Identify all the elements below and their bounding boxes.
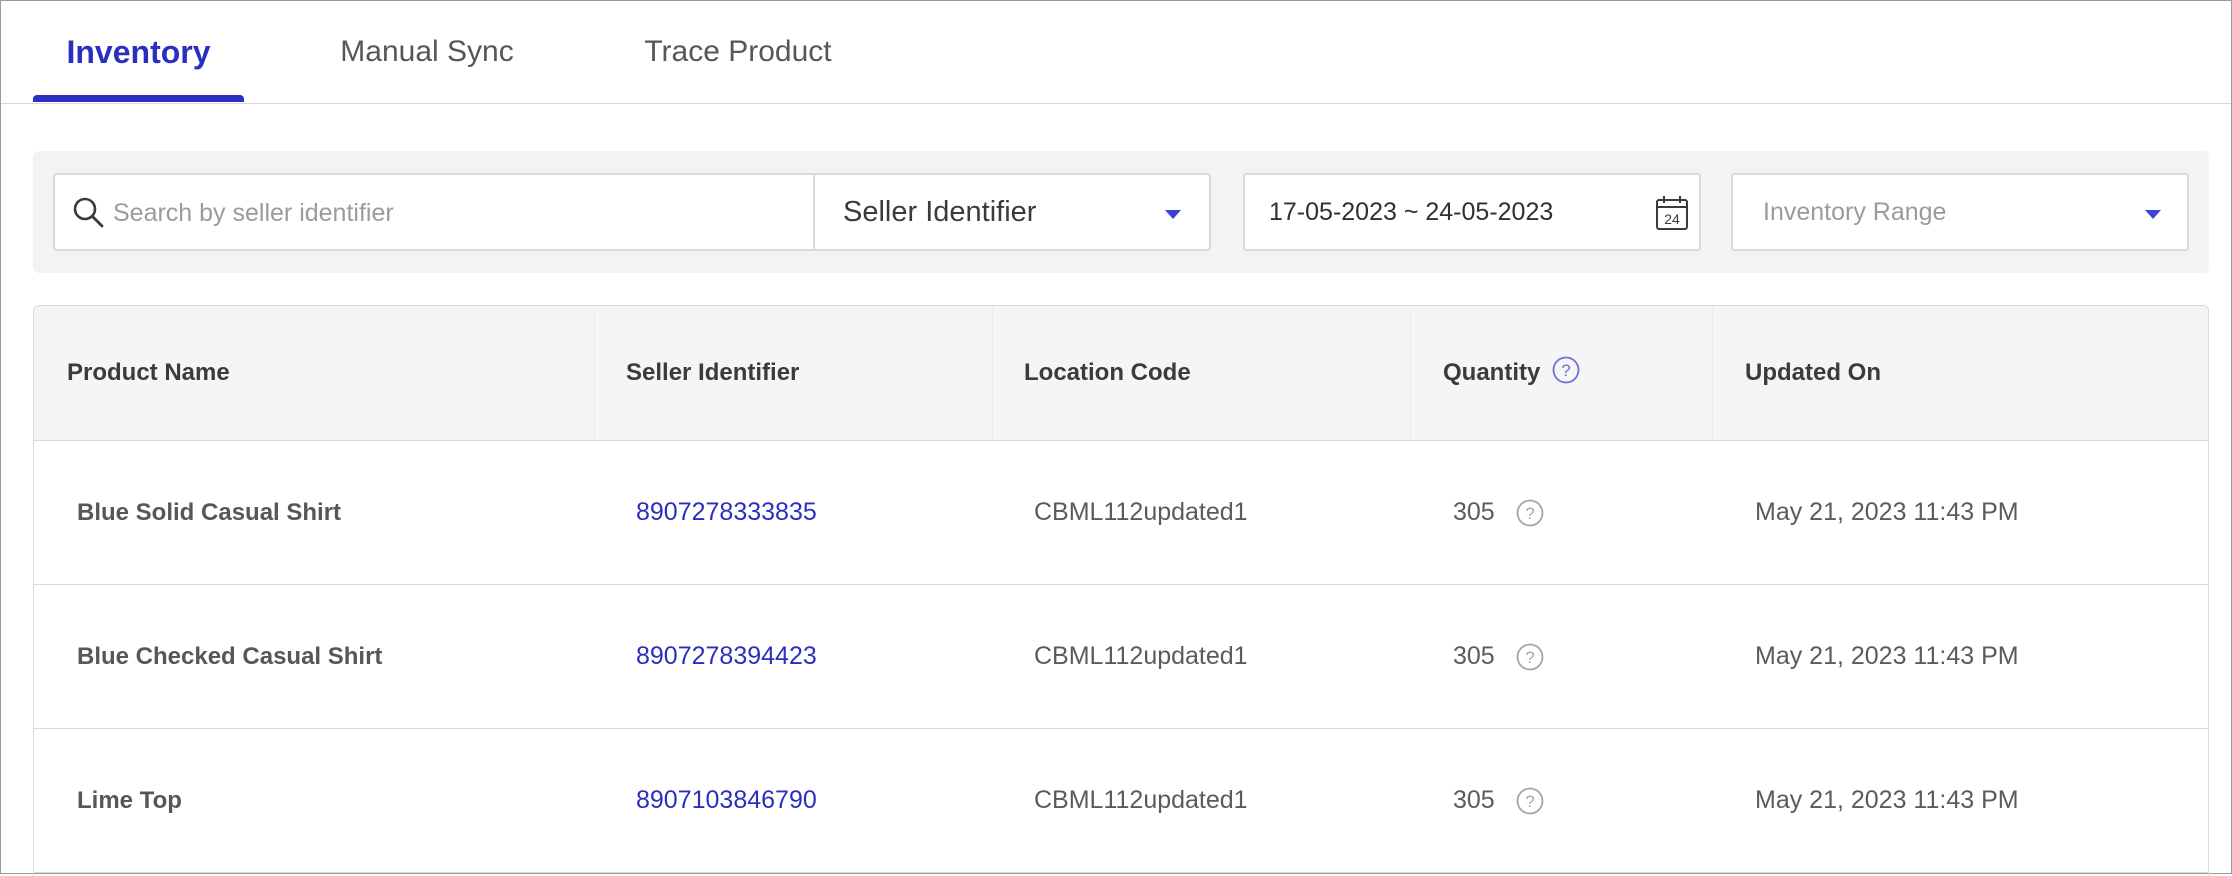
quantity-help-icon[interactable]: ? <box>1552 356 1580 384</box>
header-location-code: Location Code <box>1024 359 1191 386</box>
search-box <box>53 173 815 251</box>
column-divider <box>992 306 993 440</box>
column-divider <box>1410 306 1411 440</box>
cell-product-name: Blue Checked Casual Shirt <box>77 643 383 670</box>
date-range-value: 17-05-2023 ~ 24-05-2023 <box>1269 198 1554 226</box>
chevron-down-icon <box>1165 210 1181 219</box>
tab-bar: Inventory Manual Sync Trace Product <box>1 1 2231 104</box>
identifier-type-select[interactable]: Seller Identifier <box>813 173 1211 251</box>
tab-trace-product[interactable]: Trace Product <box>627 1 849 103</box>
column-divider <box>594 306 595 440</box>
cell-quantity: 305 <box>1453 786 1495 814</box>
header-product-name: Product Name <box>67 359 230 386</box>
cell-quantity: 305 <box>1453 498 1495 526</box>
quantity-info-icon[interactable]: ? <box>1516 643 1544 671</box>
table-row: Blue Solid Casual Shirt 8907278333835 CB… <box>34 441 2208 585</box>
tab-inventory[interactable]: Inventory <box>33 1 244 103</box>
cell-seller-identifier-link[interactable]: 8907278333835 <box>636 441 817 584</box>
active-tab-indicator <box>33 95 244 102</box>
svg-text:?: ? <box>1525 792 1534 811</box>
table-header: Product Name Seller Identifier Location … <box>34 306 2208 441</box>
cell-location-code: CBML112updated1 <box>1034 498 1248 526</box>
header-updated-on: Updated On <box>1745 359 1881 386</box>
table-row: Lime Top 8907103846790 CBML112updated1 3… <box>34 729 2208 873</box>
search-icon <box>73 197 104 228</box>
inventory-page: Inventory Manual Sync Trace Product Sell… <box>0 0 2232 876</box>
chevron-down-icon <box>2145 210 2161 219</box>
column-divider <box>1712 306 1713 440</box>
identifier-type-value: Seller Identifier <box>843 196 1037 228</box>
search-input[interactable] <box>111 175 805 251</box>
cell-product-name: Lime Top <box>77 787 182 814</box>
cell-seller-identifier-link[interactable]: 8907278394423 <box>636 585 817 728</box>
date-range-picker[interactable]: 17-05-2023 ~ 24-05-2023 24 <box>1243 173 1701 251</box>
tab-manual-sync[interactable]: Manual Sync <box>319 1 535 103</box>
svg-text:?: ? <box>1561 361 1570 380</box>
inventory-range-select[interactable]: Inventory Range <box>1731 173 2189 251</box>
cell-product-name: Blue Solid Casual Shirt <box>77 499 342 526</box>
cell-updated-on: May 21, 2023 11:43 PM <box>1755 498 2019 526</box>
calendar-day-label: 24 <box>1664 211 1680 227</box>
quantity-info-icon[interactable]: ? <box>1516 787 1544 815</box>
header-seller-identifier: Seller Identifier <box>626 359 800 386</box>
cell-seller-identifier-link[interactable]: 8907103846790 <box>636 729 817 872</box>
table-row: Blue Checked Casual Shirt 8907278394423 … <box>34 585 2208 729</box>
cell-updated-on: May 21, 2023 11:43 PM <box>1755 642 2019 670</box>
inventory-table: Product Name Seller Identifier Location … <box>33 305 2209 876</box>
inventory-range-placeholder: Inventory Range <box>1763 198 1947 226</box>
filter-bar: Seller Identifier 17-05-2023 ~ 24-05-202… <box>33 151 2209 273</box>
svg-text:?: ? <box>1525 648 1534 667</box>
header-quantity: Quantity <box>1443 359 1541 386</box>
quantity-info-icon[interactable]: ? <box>1516 499 1544 527</box>
cell-location-code: CBML112updated1 <box>1034 642 1248 670</box>
cell-location-code: CBML112updated1 <box>1034 786 1248 814</box>
cell-updated-on: May 21, 2023 11:43 PM <box>1755 786 2019 814</box>
cell-quantity: 305 <box>1453 642 1495 670</box>
svg-text:?: ? <box>1525 504 1534 523</box>
calendar-icon[interactable]: 24 <box>1655 195 1689 231</box>
